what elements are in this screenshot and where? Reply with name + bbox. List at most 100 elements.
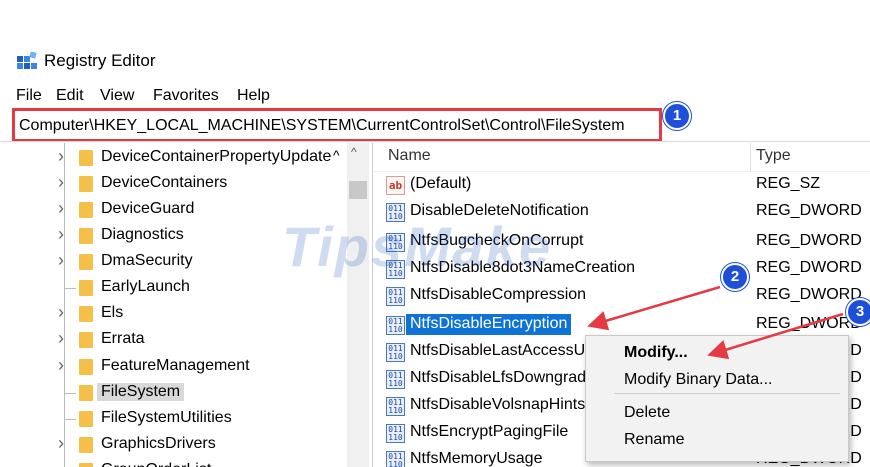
- column-header-name[interactable]: Name: [388, 147, 431, 165]
- caret-up-icon: ^: [333, 147, 340, 163]
- header-divider: [374, 171, 870, 172]
- value-type: REG_DWORD: [756, 286, 862, 303]
- dword-value-icon: 011 110: [386, 451, 405, 467]
- tree-item-label: DmaSecurity: [101, 252, 193, 269]
- address-path[interactable]: Computer\HKEY_LOCAL_MACHINE\SYSTEM\Curre…: [19, 117, 625, 135]
- dword-value-icon: 011 110: [386, 316, 405, 335]
- tree-item-label: GraphicsDrivers: [101, 435, 216, 452]
- folder-icon: [79, 463, 93, 467]
- tree-item-label: Diagnostics: [101, 226, 184, 243]
- context-item-modify-binary[interactable]: Modify Binary Data...: [624, 371, 773, 389]
- value-type: REG_DWORD: [756, 202, 862, 219]
- folder-icon: [79, 359, 93, 375]
- chevron-right-icon[interactable]: ›: [58, 302, 64, 323]
- column-separator[interactable]: [750, 143, 751, 171]
- value-type: REG_SZ: [756, 175, 821, 192]
- value-type: REG_DWORD: [756, 259, 862, 276]
- watermark: TipsMake: [282, 215, 553, 278]
- chevron-right-icon[interactable]: ›: [58, 355, 64, 376]
- folder-icon: [79, 280, 93, 296]
- dword-value-icon: 011 110: [386, 397, 405, 416]
- value-row[interactable]: ab (Default) REG_SZ: [374, 173, 870, 199]
- folder-icon: [79, 176, 93, 192]
- tree-item-label: DeviceGuard: [101, 200, 195, 217]
- folder-icon: [79, 202, 93, 218]
- tree-item[interactable]: › DeviceContainers: [0, 171, 372, 197]
- address-divider: [0, 141, 870, 142]
- tree-branch-line: [64, 393, 76, 394]
- tree-item[interactable]: › Els: [0, 301, 372, 327]
- tree-item-label: GroupOrderList: [101, 461, 211, 467]
- context-item-delete[interactable]: Delete: [624, 404, 670, 422]
- tree-item[interactable]: › FeatureManagement: [0, 354, 372, 380]
- value-name: NtfsMemoryUsage: [410, 450, 543, 467]
- context-menu: Modify... Modify Binary Data... Delete R…: [585, 335, 849, 462]
- registry-editor-icon: [17, 52, 37, 69]
- column-header-type[interactable]: Type: [756, 147, 791, 165]
- context-separator: [614, 393, 840, 394]
- step-badge-1: 1: [663, 102, 691, 130]
- folder-icon: [79, 385, 93, 401]
- tree-item-label: FileSystemUtilities: [101, 409, 232, 426]
- dword-value-icon: 011 110: [386, 370, 405, 389]
- tree-item-label: DeviceContainers: [101, 174, 228, 191]
- chevron-right-icon[interactable]: ›: [58, 250, 64, 271]
- menu-edit[interactable]: Edit: [56, 87, 84, 105]
- value-name: NtfsDisableEncryption: [406, 314, 572, 335]
- value-name: (Default): [410, 175, 472, 192]
- step-badge-2: 2: [721, 263, 749, 291]
- folder-icon: [79, 411, 93, 427]
- menu-view[interactable]: View: [100, 87, 134, 105]
- chevron-right-icon[interactable]: ›: [58, 198, 64, 219]
- folder-icon: [79, 332, 93, 348]
- string-value-icon: ab: [386, 176, 405, 195]
- dword-value-icon: 011 110: [386, 287, 405, 306]
- dword-value-icon: 011 110: [386, 424, 405, 443]
- value-type: REG_DWORD: [756, 315, 862, 332]
- tree-item[interactable]: › GraphicsDrivers: [0, 432, 372, 458]
- tree-item-label: Errata: [101, 330, 145, 347]
- scroll-up-arrow-icon[interactable]: ^: [351, 145, 357, 159]
- menu-file[interactable]: File: [16, 87, 42, 105]
- chevron-right-icon[interactable]: ›: [58, 146, 64, 167]
- scroll-thumb[interactable]: [349, 181, 367, 199]
- tree-item[interactable]: › DeviceContainerPropertyUpdate: [0, 145, 372, 171]
- tree-branch-line: [64, 288, 76, 289]
- context-item-modify[interactable]: Modify...: [624, 344, 688, 362]
- folder-icon: [79, 150, 93, 166]
- menu-favorites[interactable]: Favorites: [153, 87, 219, 105]
- tree-item-label: EarlyLaunch: [101, 278, 190, 295]
- value-row[interactable]: 011 110 NtfsDisableCompression REG_DWORD: [374, 284, 870, 310]
- tree-item[interactable]: GroupOrderList: [0, 458, 372, 467]
- tree-item-label: Els: [101, 304, 124, 321]
- menu-help[interactable]: Help: [237, 87, 270, 105]
- chevron-right-icon[interactable]: ›: [58, 172, 64, 193]
- value-name: NtfsDisableVolsnapHints: [410, 396, 586, 413]
- dword-value-icon: 011 110: [386, 343, 405, 362]
- value-type: REG_DWORD: [756, 232, 862, 249]
- pane-splitter[interactable]: [372, 143, 373, 467]
- window-title: Registry Editor: [44, 51, 156, 70]
- address-bar[interactable]: Computer\HKEY_LOCAL_MACHINE\SYSTEM\Curre…: [12, 108, 662, 142]
- folder-icon: [79, 437, 93, 453]
- value-name: NtfsDisableCompression: [410, 286, 587, 303]
- tree-item[interactable]: › Errata: [0, 327, 372, 353]
- chevron-right-icon[interactable]: ›: [58, 224, 64, 245]
- tree-item[interactable]: FileSystem: [0, 380, 372, 406]
- tree-item-label: DeviceContainerPropertyUpdate: [101, 148, 332, 165]
- folder-icon: [79, 306, 93, 322]
- tree-item-label: FeatureManagement: [101, 357, 250, 374]
- folder-icon: [79, 228, 93, 244]
- tree-branch-line: [64, 419, 76, 420]
- chevron-right-icon[interactable]: ›: [58, 433, 64, 454]
- chevron-right-icon[interactable]: ›: [58, 328, 64, 349]
- tree-item[interactable]: FileSystemUtilities: [0, 406, 372, 432]
- folder-icon: [79, 254, 93, 270]
- tree-item-label: FileSystem: [97, 383, 185, 401]
- tree-scrollbar[interactable]: ^: [347, 143, 369, 467]
- step-badge-3: 3: [846, 298, 870, 326]
- menu-bar: File Edit View Favorites Help: [0, 84, 870, 110]
- value-name: NtfsEncryptPagingFile: [410, 423, 569, 440]
- context-item-rename[interactable]: Rename: [624, 431, 684, 449]
- key-tree: › DeviceContainerPropertyUpdate › DeviceCon…: [0, 143, 372, 467]
